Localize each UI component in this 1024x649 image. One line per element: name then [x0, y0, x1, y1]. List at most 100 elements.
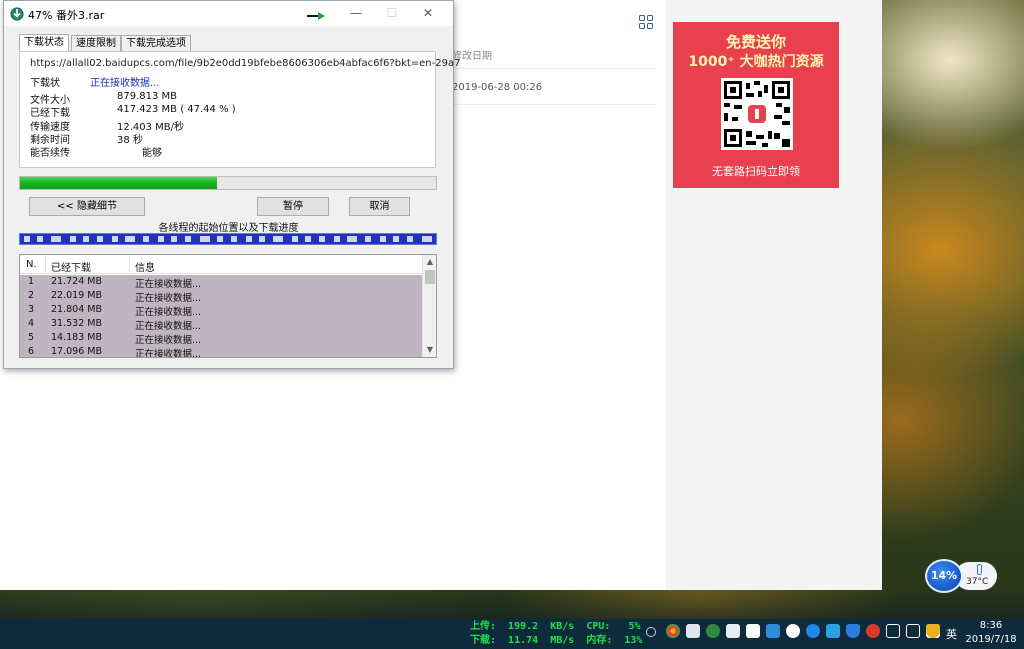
monitor-icon[interactable] — [766, 624, 780, 638]
thread-number: 3 — [28, 304, 35, 315]
taskbar-shadow — [0, 590, 1024, 619]
downloaded-value: 417.423 MB ( 47.44 % ) — [117, 104, 236, 115]
thread-rows: 1 21.724 MB 正在接收数据... 2 22.019 MB 正在接收数据… — [20, 275, 422, 357]
downloaded-label: 已经下载 — [30, 108, 70, 119]
qq-icon[interactable] — [866, 624, 880, 638]
download-progress-fill — [20, 177, 218, 189]
minimize-button[interactable]: — — [338, 1, 374, 26]
file-size-value: 879.813 MB — [117, 91, 178, 102]
thread-segment — [143, 236, 149, 242]
volume-icon[interactable] — [906, 624, 920, 638]
thread-segment — [365, 236, 371, 242]
document-icon[interactable] — [746, 624, 760, 638]
download-status-panel: https://allall02.baidupcs.com/file/9b2e0… — [19, 51, 460, 168]
activity-icon[interactable] — [786, 624, 800, 638]
idm-app-icon — [10, 7, 24, 21]
divider — [452, 104, 657, 105]
thread-downloaded: 17.096 MB — [51, 346, 102, 357]
thread-segment — [292, 236, 298, 242]
shield-icon[interactable] — [846, 624, 860, 638]
thread-segment — [112, 236, 118, 242]
car-icon[interactable] — [826, 624, 840, 638]
thread-downloaded: 22.019 MB — [51, 290, 102, 301]
refresh-icon[interactable] — [806, 624, 820, 638]
thread-downloaded: 31.532 MB — [51, 318, 102, 329]
tab-completion-options[interactable]: 下载完成选项 — [121, 35, 191, 52]
table-row[interactable]: 5 14.183 MB 正在接收数据... — [20, 331, 422, 346]
thread-segment — [217, 236, 223, 242]
divider — [452, 68, 657, 69]
weather-widget[interactable]: 37°C 14% — [925, 559, 997, 593]
pause-button[interactable]: 暂停 — [257, 197, 329, 216]
chrome-icon[interactable] — [666, 624, 680, 638]
threads-progress-label: 各线程的起始位置以及下载进度 — [158, 223, 299, 234]
column-header-number[interactable]: N. — [26, 259, 37, 270]
maximize-button[interactable]: ☐ — [374, 1, 410, 26]
thread-segment — [125, 236, 135, 242]
tab-speed-limit[interactable]: 速度限制 — [71, 35, 121, 52]
table-row[interactable]: 6 17.096 MB 正在接收数据... — [20, 345, 422, 357]
input-method-indicator[interactable]: 英 — [946, 626, 957, 642]
table-row[interactable]: 3 21.804 MB 正在接收数据... — [20, 303, 422, 318]
column-header-info[interactable]: 信息 — [135, 259, 155, 274]
thread-segment — [70, 236, 76, 242]
resume-capability-value: 能够 — [142, 148, 162, 159]
thread-list[interactable]: N. 已经下载 信息 1 21.724 MB 正在接收数据... 2 22.01… — [19, 254, 437, 358]
upload-cpu-readout: 上传: 199.2 KB/s CPU: 5% — [470, 621, 641, 632]
grid-view-icon[interactable] — [639, 15, 653, 29]
tab-download-status[interactable]: 下载状态 — [19, 34, 69, 52]
thread-info: 正在接收数据... — [135, 321, 202, 332]
thread-segment — [83, 236, 89, 242]
column-divider — [45, 257, 46, 272]
thread-number: 5 — [28, 332, 35, 343]
speed-indicator-icon — [307, 12, 325, 20]
thread-segment — [422, 236, 432, 242]
time-remaining-value: 38 秒 — [117, 135, 143, 146]
display-icon[interactable] — [886, 624, 900, 638]
qr-code-image — [724, 81, 790, 147]
thread-segment — [347, 236, 357, 242]
thread-segment — [158, 236, 164, 242]
thread-segment — [51, 236, 61, 242]
security-shield-icon[interactable] — [926, 624, 940, 638]
ad-headline: 免费送你 — [725, 33, 786, 51]
thread-segment — [231, 236, 237, 242]
temperature: 37°C — [966, 577, 989, 587]
taskbar-clock[interactable]: 8:36 2019/7/18 — [962, 619, 1020, 647]
ad-caption: 无套路扫码立即领 — [712, 165, 800, 178]
thread-segment — [259, 236, 265, 242]
location-icon[interactable] — [646, 627, 656, 637]
network-drive-icon[interactable] — [726, 624, 740, 638]
dialog-titlebar[interactable]: 47% 番外3.rar — ☐ ✕ — [4, 1, 453, 26]
weather-percent: 14% — [925, 559, 963, 593]
close-button[interactable]: ✕ — [410, 1, 446, 26]
thread-segment — [380, 236, 386, 242]
thread-segment — [200, 236, 210, 242]
thread-downloaded: 21.724 MB — [51, 276, 102, 287]
table-row[interactable]: 2 22.019 MB 正在接收数据... — [20, 289, 422, 304]
scroll-down-icon[interactable]: ▼ — [423, 343, 436, 357]
thread-list-scrollbar[interactable]: ▲ ▼ — [422, 255, 436, 357]
clock-date: 2019/7/18 — [965, 634, 1017, 645]
scroll-thumb[interactable] — [425, 270, 435, 284]
column-divider — [129, 257, 130, 272]
thread-downloaded: 14.183 MB — [51, 332, 102, 343]
threads-progress-bar — [19, 233, 437, 245]
status-label: 下载状 — [30, 78, 60, 89]
scroll-up-icon[interactable]: ▲ — [423, 255, 436, 269]
table-row[interactable]: 4 31.532 MB 正在接收数据... — [20, 317, 422, 332]
idm-tray-icon[interactable] — [706, 624, 720, 638]
windows-grid-icon[interactable] — [686, 624, 700, 638]
cancel-button[interactable]: 取消 — [349, 197, 410, 216]
thread-downloaded: 21.804 MB — [51, 304, 102, 315]
hide-details-button[interactable]: << 隐藏细节 — [29, 197, 145, 216]
dialog-title: 47% 番外3.rar — [28, 9, 105, 22]
column-header-downloaded[interactable]: 已经下载 — [51, 259, 91, 274]
promo-ad[interactable]: 免费送你 1000⁺ 大咖热门资源 无套路扫码立即领 — [673, 22, 839, 188]
thread-segment — [305, 236, 311, 242]
table-row[interactable]: 1 21.724 MB 正在接收数据... — [20, 275, 422, 290]
thread-number: 4 — [28, 318, 35, 329]
thread-segment — [393, 236, 399, 242]
download-progress-dialog: 47% 番外3.rar — ☐ ✕ 下载状态 速度限制 下载完成选项 https… — [3, 0, 460, 369]
thread-segment — [407, 236, 413, 242]
